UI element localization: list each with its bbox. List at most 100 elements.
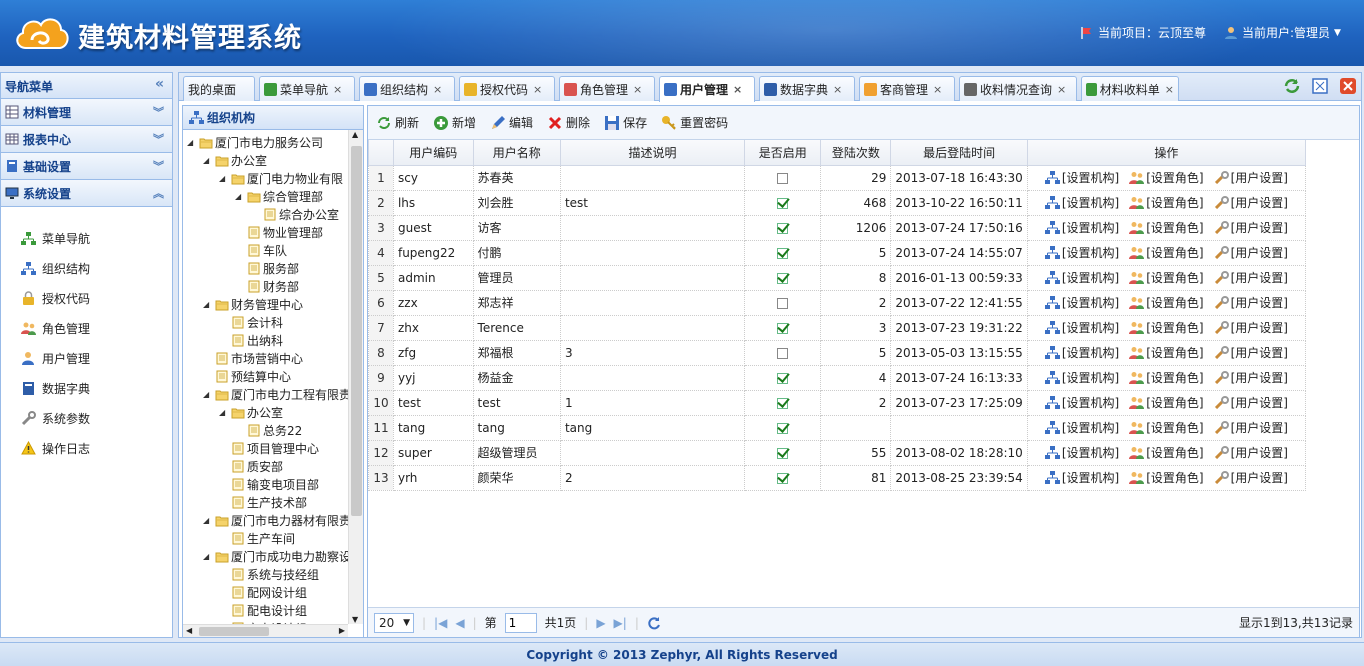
set-org-link[interactable]: [设置机构]: [1044, 269, 1119, 286]
set-role-link[interactable]: [设置角色]: [1129, 194, 1204, 211]
user-settings-link[interactable]: [用户设置]: [1214, 319, 1288, 336]
close-all-icon[interactable]: [1339, 77, 1357, 95]
refresh-button[interactable]: 刷新: [376, 114, 419, 131]
scroll-up-icon[interactable]: ▲: [352, 130, 358, 139]
set-org-link[interactable]: [设置机构]: [1044, 369, 1119, 386]
user-settings-link[interactable]: [用户设置]: [1214, 269, 1288, 286]
unchecked-checkbox[interactable]: [777, 172, 789, 184]
tree-node[interactable]: 配电设计组: [219, 601, 307, 619]
scroll-left-icon[interactable]: ◀: [186, 626, 192, 635]
unchecked-checkbox[interactable]: [777, 297, 789, 309]
current-project[interactable]: 当前项目：云顶至尊: [1080, 24, 1206, 41]
tree-node[interactable]: 预结算中心: [203, 367, 291, 385]
table-row[interactable]: 2 lhs 刘会胜 test 468 2013-10-22 16:50:11 [设置机构][…: [368, 189, 1307, 216]
user-settings-link[interactable]: [用户设置]: [1214, 469, 1288, 486]
refresh-icon[interactable]: [1283, 77, 1301, 95]
checked-checkbox[interactable]: [777, 197, 789, 209]
tree-node[interactable]: 市场营销中心: [203, 349, 303, 367]
tree-node[interactable]: ◢ 厦门市电力服务公司: [187, 133, 323, 151]
user-settings-link[interactable]: [用户设置]: [1214, 394, 1288, 411]
sidebar-item-dict[interactable]: 数据字典: [1, 373, 172, 403]
column-header[interactable]: 登陆次数: [820, 140, 892, 166]
reset-password-button[interactable]: 重置密码: [661, 114, 728, 131]
set-role-link[interactable]: [设置角色]: [1129, 269, 1204, 286]
accordion-system[interactable]: 系统设置 ︽: [1, 180, 172, 207]
current-user-menu[interactable]: 当前用户:管理员 ▼: [1224, 24, 1341, 41]
add-button[interactable]: 新增: [433, 114, 476, 131]
user-settings-link[interactable]: [用户设置]: [1214, 244, 1288, 261]
tree-toggle-icon[interactable]: ◢: [219, 174, 229, 183]
column-header[interactable]: 操作: [1026, 140, 1307, 166]
set-role-link[interactable]: [设置角色]: [1129, 294, 1204, 311]
tab-8[interactable]: 客商管理 ×: [859, 76, 955, 101]
sidebar-item-params[interactable]: 系统参数: [1, 403, 172, 433]
set-org-link[interactable]: [设置机构]: [1044, 169, 1119, 186]
user-settings-link[interactable]: [用户设置]: [1214, 219, 1288, 236]
user-settings-link[interactable]: [用户设置]: [1214, 169, 1288, 186]
set-org-link[interactable]: [设置机构]: [1044, 219, 1119, 236]
table-row[interactable]: 8 zfg 郑福根 3 5 2013-05-03 13:15:55 [设置机构] [设置角色]…: [368, 339, 1307, 366]
user-settings-link[interactable]: [用户设置]: [1214, 369, 1288, 386]
set-org-link[interactable]: [设置机构]: [1044, 244, 1119, 261]
set-role-link[interactable]: [设置角色]: [1129, 219, 1204, 236]
table-row[interactable]: 9 yyj 杨益金 4 2013-07-24 16:13:33 [设置机构] [设置角色][…: [368, 364, 1307, 391]
sidebar-item-roles[interactable]: 角色管理: [1, 313, 172, 343]
tree-node[interactable]: 会计科: [219, 313, 283, 331]
checked-checkbox[interactable]: [777, 247, 789, 259]
set-role-link[interactable]: [设置角色]: [1129, 369, 1204, 386]
column-header[interactable]: 用户编码: [392, 140, 474, 166]
checked-checkbox[interactable]: [777, 447, 789, 459]
tree-node[interactable]: ◢ 财务管理中心: [203, 295, 303, 313]
table-row[interactable]: 3 guest 访客 1206 2013-07-24 17:50:16 [设置机构] [设置…: [368, 214, 1307, 241]
set-role-link[interactable]: [设置角色]: [1129, 319, 1204, 336]
close-icon[interactable]: ×: [833, 83, 842, 96]
tab-6[interactable]: 用户管理 ×: [659, 76, 755, 102]
reload-icon[interactable]: [647, 616, 661, 630]
accordion-material[interactable]: 材料管理 ︾: [1, 99, 172, 126]
set-role-link[interactable]: [设置角色]: [1129, 444, 1204, 461]
edit-button[interactable]: 编辑: [490, 114, 533, 131]
first-page-icon[interactable]: |◀: [434, 616, 447, 630]
prev-page-icon[interactable]: ◀: [455, 616, 464, 630]
tree-node[interactable]: ◢ 厦门市成功电力勘察设: [203, 547, 348, 565]
tree-node[interactable]: ◢ 办公室: [219, 403, 283, 421]
tree-node[interactable]: ◢ 厦门市电力器材有限责: [203, 511, 348, 529]
tab-10[interactable]: 材料收料单 ×: [1081, 76, 1179, 101]
tree-node[interactable]: ◢ 厦门市电力工程有限责: [203, 385, 348, 403]
set-org-link[interactable]: [设置机构]: [1044, 344, 1119, 361]
table-row[interactable]: 5 admin 管理员 8 2016-01-13 00:59:33 [设置机构] [设置角色…: [368, 264, 1307, 291]
set-org-link[interactable]: [设置机构]: [1044, 469, 1119, 486]
table-row[interactable]: 4 fupeng22 付鹏 5 2013-07-24 14:55:07 [设置机构] [设置…: [368, 239, 1307, 266]
tab-4[interactable]: 授权代码 ×: [459, 76, 555, 101]
set-org-link[interactable]: [设置机构]: [1044, 419, 1119, 436]
checked-checkbox[interactable]: [777, 272, 789, 284]
fullscreen-icon[interactable]: [1311, 77, 1329, 95]
tree-node[interactable]: 物业管理部: [235, 223, 323, 241]
close-icon[interactable]: ×: [733, 83, 742, 96]
sidebar-item-users[interactable]: 用户管理: [1, 343, 172, 373]
tree-toggle-icon[interactable]: ◢: [235, 192, 245, 201]
checked-checkbox[interactable]: [777, 397, 789, 409]
tree-node[interactable]: 生产技术部: [219, 493, 307, 511]
set-role-link[interactable]: [设置角色]: [1129, 344, 1204, 361]
tree-node[interactable]: 项目管理中心: [219, 439, 319, 457]
next-page-icon[interactable]: ▶: [596, 616, 605, 630]
tree-node[interactable]: ◢ 办公室: [203, 151, 267, 169]
tab-9[interactable]: 收料情况查询 ×: [959, 76, 1077, 101]
table-row[interactable]: 6 zzx 郑志祥 2 2013-07-22 12:41:55 [设置机构] [设置角色][…: [368, 289, 1307, 316]
tab-1[interactable]: 我的桌面: [183, 76, 255, 101]
set-role-link[interactable]: [设置角色]: [1129, 394, 1204, 411]
set-role-link[interactable]: [设置角色]: [1129, 169, 1204, 186]
tab-5[interactable]: 角色管理 ×: [559, 76, 655, 101]
table-row[interactable]: 7 zhx Terence 3 2013-07-23 19:31:22 [设置机构] [设置…: [368, 314, 1307, 341]
checked-checkbox[interactable]: [777, 372, 789, 384]
checked-checkbox[interactable]: [777, 322, 789, 334]
tree-node[interactable]: 质安部: [219, 457, 283, 475]
tree-node[interactable]: 总务22: [235, 421, 302, 439]
column-header[interactable]: 描述说明: [559, 140, 746, 166]
user-settings-link[interactable]: [用户设置]: [1214, 194, 1288, 211]
unchecked-checkbox[interactable]: [777, 347, 789, 359]
set-role-link[interactable]: [设置角色]: [1129, 419, 1204, 436]
tree-toggle-icon[interactable]: ◢: [203, 156, 213, 165]
tree-node[interactable]: 出纳科: [219, 331, 283, 349]
